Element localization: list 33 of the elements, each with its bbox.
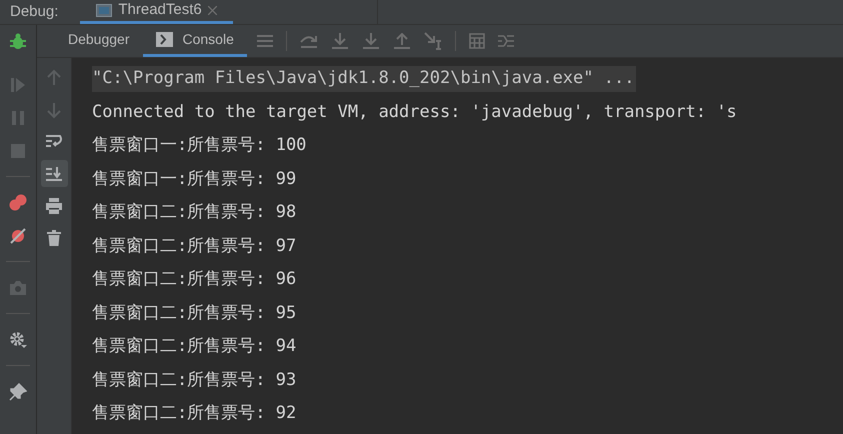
force-step-into-icon[interactable] (362, 33, 380, 49)
console-output: 售票窗口二:所售票号: 96 (92, 268, 296, 291)
console-output: 售票窗口二:所售票号: 92 (92, 402, 296, 425)
tab[interactable]: Debugger (55, 25, 142, 57)
trace-icon[interactable] (498, 34, 514, 48)
run-to-cursor-icon[interactable] (424, 32, 442, 50)
scroll-end-icon[interactable] (45, 164, 63, 182)
console-output: 售票窗口二:所售票号: 95 (92, 302, 296, 324)
step-out-icon[interactable] (392, 33, 411, 49)
window-icon (96, 4, 112, 17)
calculator-icon[interactable] (468, 33, 485, 49)
console-output: 售票窗口二:所售票号: 97 (92, 234, 296, 258)
bug-icon[interactable] (10, 32, 26, 50)
step-over-icon[interactable] (300, 33, 318, 49)
console-output: 售票窗口二:所售票号: 93 (92, 368, 296, 392)
print-icon[interactable] (45, 196, 63, 214)
console-output: 售票窗口二:所售票号: 98 (92, 201, 296, 224)
gear-icon[interactable] (9, 330, 27, 348)
console-icon (156, 32, 172, 47)
console-output: 售票窗口二:所售票号: 94 (92, 335, 296, 358)
tab[interactable]: Console (142, 25, 247, 57)
window-title: Debug: (9, 2, 60, 22)
pin-icon[interactable] (9, 382, 27, 400)
console-output: 售票窗口一:所售票号: 100 (92, 134, 306, 157)
console-output: Connected to the target VM, address: 'javadebug', transport: 's (92, 100, 737, 124)
step-into-icon[interactable] (330, 33, 349, 49)
console-output: 售票窗口一:所售票号: 99 (92, 168, 296, 190)
trash-icon[interactable] (45, 228, 63, 246)
breakpoints-icon[interactable] (9, 194, 27, 212)
tab-label: ThreadTest6 (118, 0, 202, 20)
mute-icon[interactable] (9, 226, 27, 244)
close-icon[interactable] (208, 6, 217, 15)
menu-icon[interactable] (256, 35, 273, 47)
